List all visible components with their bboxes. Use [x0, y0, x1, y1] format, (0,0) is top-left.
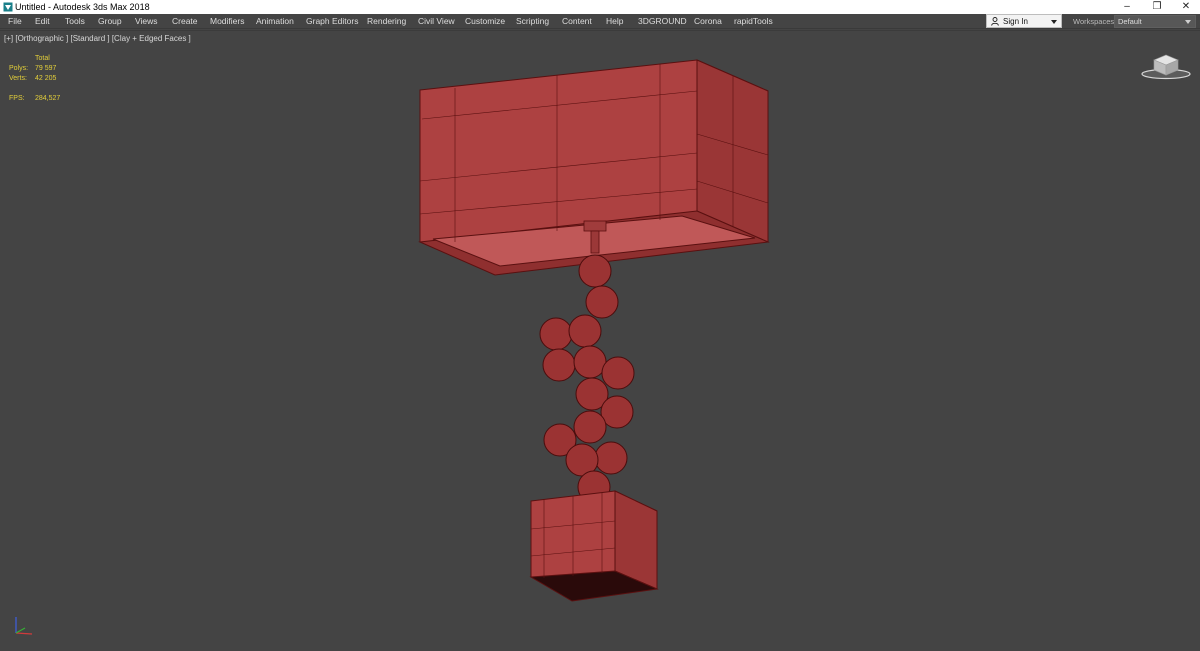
menu-edit[interactable]: Edit: [35, 14, 50, 29]
menu-file[interactable]: File: [8, 14, 22, 29]
chevron-down-icon: [1185, 20, 1191, 24]
verts-label: Verts:: [9, 75, 27, 82]
verts-value: 42 205: [35, 75, 57, 82]
fps-label: FPS:: [9, 95, 25, 102]
3ds-max-app-icon: [3, 2, 13, 12]
axis-tripod-icon: [15, 617, 33, 635]
bead-column: [539, 254, 635, 504]
workspaces-label: Workspaces:: [1073, 17, 1117, 26]
menu-customize[interactable]: Customize: [465, 14, 505, 29]
menu-corona[interactable]: Corona: [694, 14, 722, 29]
menu-graph-editors[interactable]: Graph Editors: [306, 14, 358, 29]
menu-civil-view[interactable]: Civil View: [418, 14, 455, 29]
menu-views[interactable]: Views: [135, 14, 158, 29]
menu-tools[interactable]: Tools: [65, 14, 85, 29]
minimize-button[interactable]: –: [1112, 0, 1142, 14]
menu-create[interactable]: Create: [172, 14, 198, 29]
workspaces-select[interactable]: Default: [1114, 15, 1196, 28]
sign-in-dropdown[interactable]: Sign In: [986, 14, 1062, 28]
stats-header: Total: [35, 55, 50, 62]
menu-3dground[interactable]: 3DGROUND: [638, 14, 687, 29]
user-icon: [991, 17, 999, 26]
polys-label: Polys:: [9, 65, 29, 72]
maximize-button[interactable]: ❐: [1142, 0, 1172, 14]
menu-help[interactable]: Help: [606, 14, 623, 29]
menu-rapidtools[interactable]: rapidTools: [734, 14, 773, 29]
chevron-down-icon: [1051, 20, 1057, 24]
menu-scripting[interactable]: Scripting: [516, 14, 549, 29]
window-title: Untitled - Autodesk 3ds Max 2018: [15, 2, 150, 12]
menu-content[interactable]: Content: [562, 14, 592, 29]
title-bar: Untitled - Autodesk 3ds Max 2018 – ❐ ✕: [0, 0, 1200, 14]
viewport[interactable]: [+] [Orthographic ] [Standard ] [Clay + …: [0, 30, 1200, 650]
menu-group[interactable]: Group: [98, 14, 122, 29]
fps-value: 284,527: [35, 95, 61, 102]
viewcube-icon[interactable]: [1140, 51, 1192, 81]
close-button[interactable]: ✕: [1171, 0, 1200, 14]
viewport-label[interactable]: [+] [Orthographic ] [Standard ] [Clay + …: [4, 34, 191, 43]
lamp-model: [418, 59, 770, 602]
polys-value: 79 597: [35, 65, 57, 72]
menu-modifiers[interactable]: Modifiers: [210, 14, 244, 29]
menu-animation[interactable]: Animation: [256, 14, 294, 29]
workspaces-value: Default: [1118, 17, 1142, 26]
sign-in-label: Sign In: [1003, 17, 1028, 26]
menu-rendering[interactable]: Rendering: [367, 14, 406, 29]
lamp-base: [529, 490, 659, 602]
